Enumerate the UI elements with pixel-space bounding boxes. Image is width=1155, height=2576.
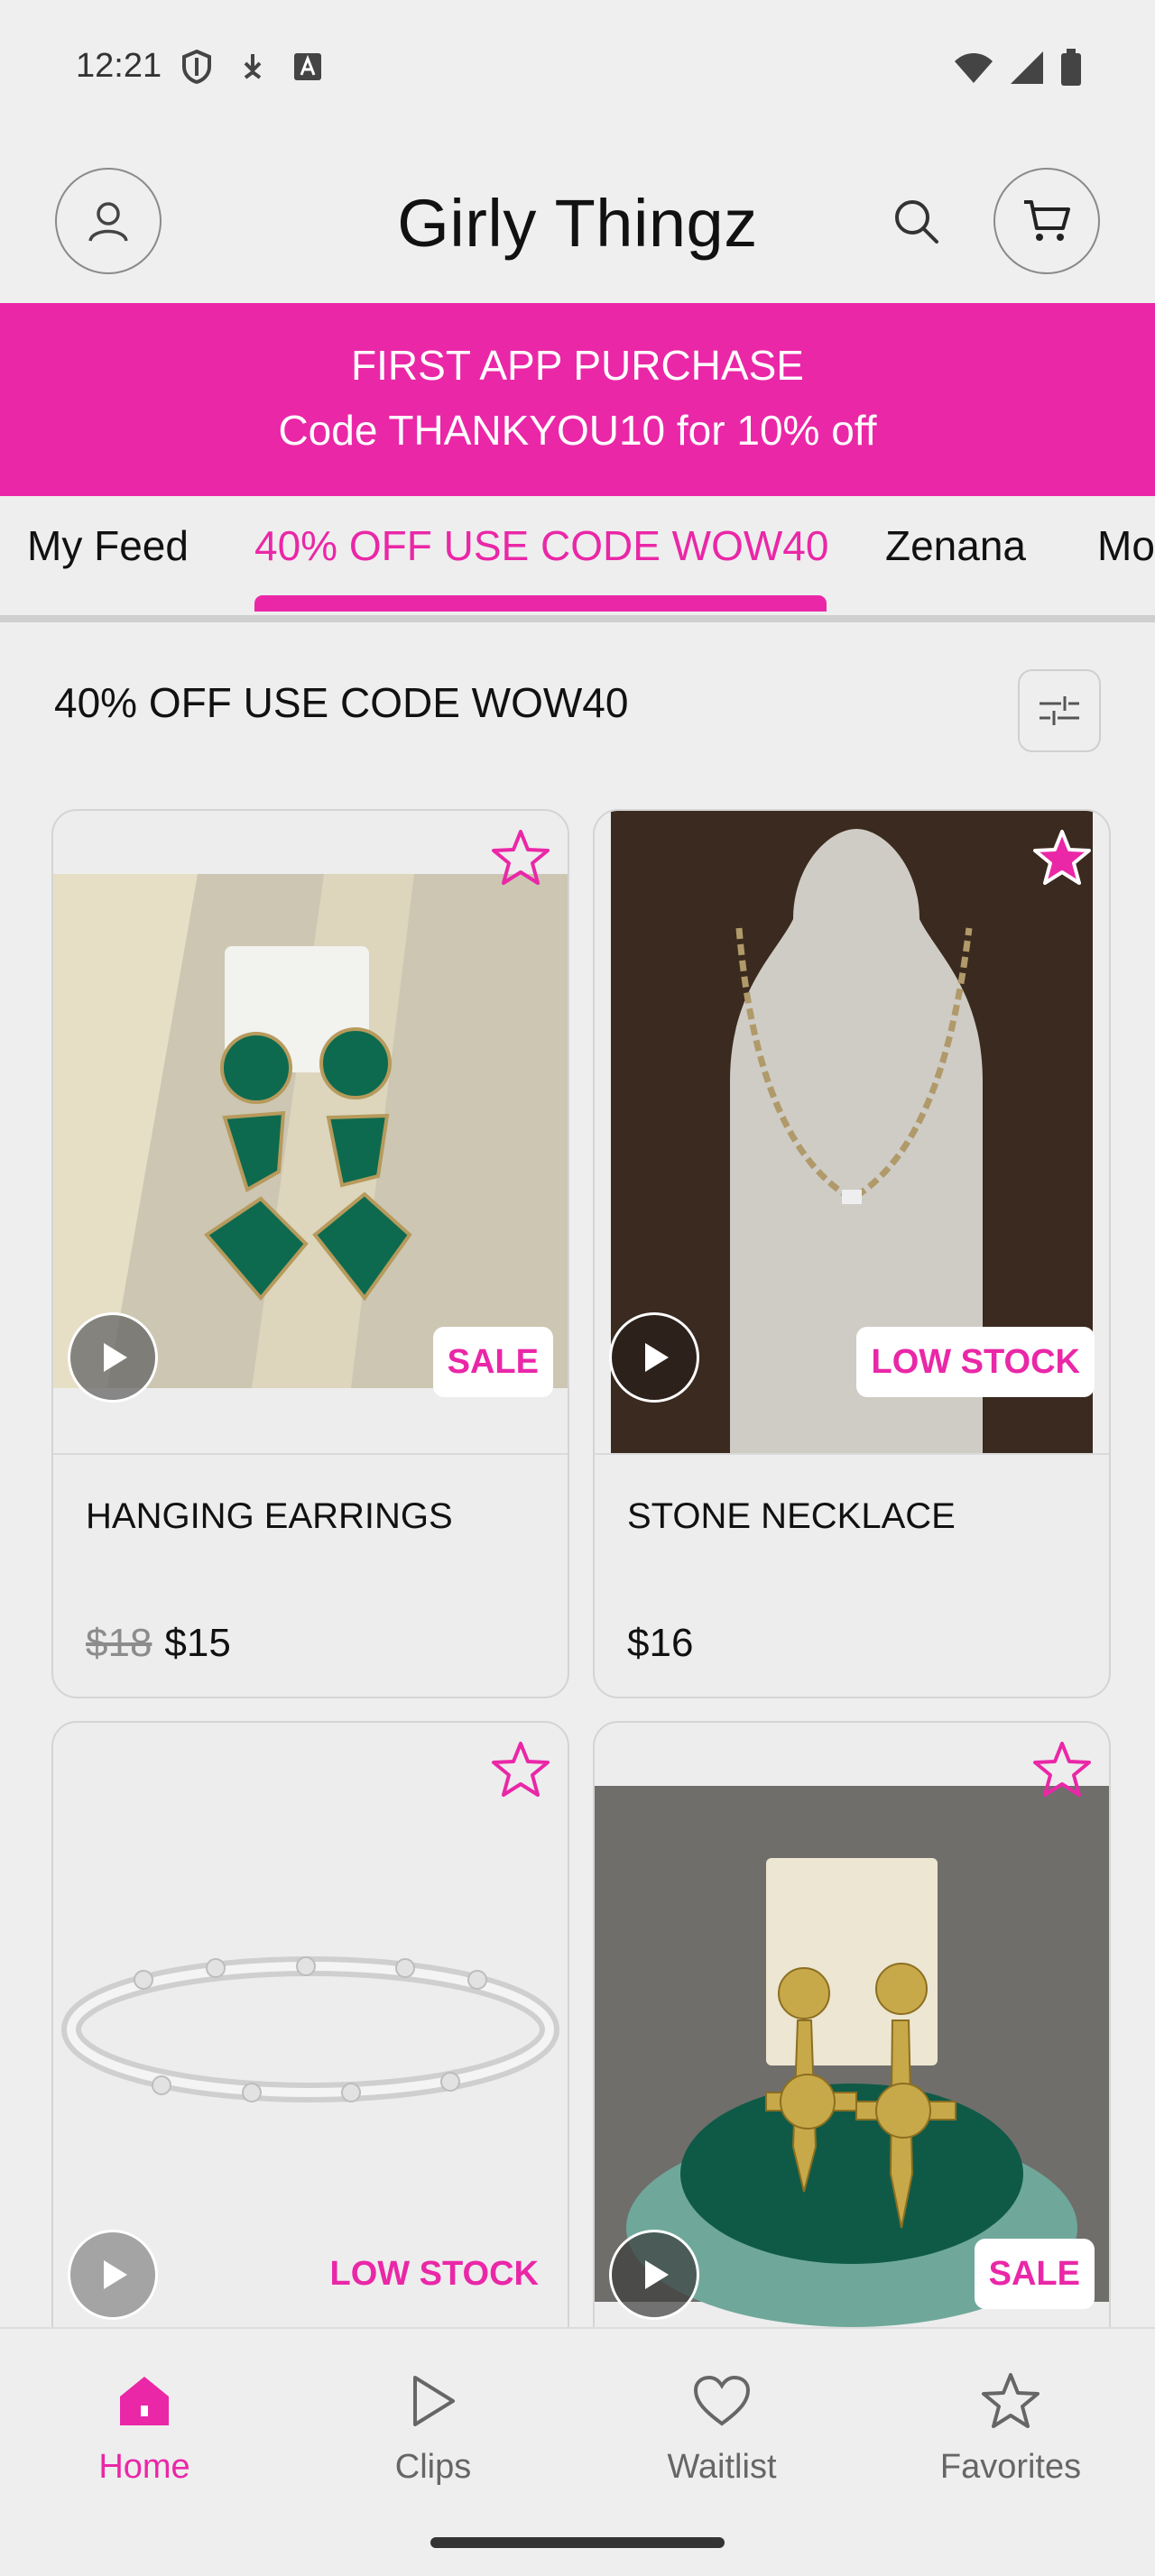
play-video-button[interactable] xyxy=(68,1312,158,1403)
home-icon xyxy=(108,2365,180,2437)
tab-more[interactable]: Mo xyxy=(1097,521,1155,570)
favorite-star-button[interactable] xyxy=(1030,825,1095,890)
sale-badge: SALE xyxy=(432,1327,553,1397)
heart-icon xyxy=(686,2365,758,2437)
favorite-star-button[interactable] xyxy=(1030,1737,1095,1802)
low-stock-badge: LOW STOCK xyxy=(856,1327,1095,1397)
product-image[interactable]: LOW STOCK xyxy=(595,811,1109,1453)
status-icons-left xyxy=(180,49,323,85)
nav-label: Favorites xyxy=(939,2448,1082,2486)
play-video-button[interactable] xyxy=(609,2230,699,2320)
app-header: Girly Thingz xyxy=(0,135,1155,303)
nav-label: Home xyxy=(98,2448,190,2486)
product-image[interactable]: SALE xyxy=(595,1723,1109,2351)
shield-icon xyxy=(182,49,211,85)
tab-wow40[interactable]: 40% OFF USE CODE WOW40 xyxy=(254,521,828,570)
product-image[interactable]: SALE xyxy=(53,811,568,1453)
promo-headline: FIRST APP PURCHASE xyxy=(351,342,804,389)
search-button[interactable] xyxy=(884,189,947,253)
active-tab-indicator xyxy=(254,595,827,612)
nav-label: Waitlist xyxy=(667,2448,777,2486)
star-outline-icon xyxy=(1033,1742,1091,1797)
product-card[interactable]: LOW STOCK STONE NECKLACE $16 xyxy=(593,809,1111,1698)
nav-favorites[interactable]: Favorites xyxy=(866,2329,1155,2527)
play-video-button[interactable] xyxy=(68,2230,158,2320)
product-card[interactable]: LOW STOCK xyxy=(51,1721,569,2352)
cart-icon xyxy=(1024,200,1070,241)
sale-badge: SALE xyxy=(974,2239,1095,2309)
nav-clips[interactable]: Clips xyxy=(289,2329,578,2527)
product-name: HANGING EARRINGS xyxy=(86,1496,453,1536)
app-title: Girly Thingz xyxy=(397,186,758,261)
price-row: $18 $15 xyxy=(86,1621,231,1666)
play-icon xyxy=(645,1343,669,1372)
product-name: STONE NECKLACE xyxy=(627,1496,956,1536)
font-icon xyxy=(294,53,321,80)
star-outline-icon xyxy=(492,830,550,885)
download-icon xyxy=(244,54,262,79)
filter-button[interactable] xyxy=(1018,669,1101,752)
play-video-button[interactable] xyxy=(609,1312,699,1403)
status-time: 12:21 xyxy=(76,47,162,85)
star-outline-icon xyxy=(492,1742,550,1797)
category-tabs: My Feed 40% OFF USE CODE WOW40 Zenana Mo xyxy=(0,496,1155,622)
tab-my-feed[interactable]: My Feed xyxy=(27,521,189,570)
filter-sliders-icon xyxy=(1040,696,1079,725)
section-title: 40% OFF USE CODE WOW40 xyxy=(54,679,629,726)
card-divider xyxy=(53,1453,568,1455)
price-row: $16 xyxy=(627,1621,693,1666)
star-filled-icon xyxy=(1033,830,1091,885)
play-icon xyxy=(645,2260,669,2289)
nav-home[interactable]: Home xyxy=(0,2329,289,2527)
status-icons-right xyxy=(953,49,1083,87)
card-divider xyxy=(595,1453,1109,1455)
star-icon xyxy=(975,2365,1047,2437)
promo-code-text: Code THANKYOU10 for 10% off xyxy=(278,407,877,454)
battery-icon xyxy=(1061,49,1081,86)
nav-waitlist[interactable]: Waitlist xyxy=(578,2329,866,2527)
product-card[interactable]: SALE HANGING EARRINGS $18 $15 xyxy=(51,809,569,1698)
nav-label: Clips xyxy=(394,2448,472,2486)
tab-zenana[interactable]: Zenana xyxy=(885,521,1026,570)
play-icon xyxy=(104,2260,127,2289)
price: $16 xyxy=(627,1621,694,1665)
low-stock-badge: LOW STOCK xyxy=(329,2254,539,2293)
cart-button[interactable] xyxy=(993,168,1100,274)
sale-price: $15 xyxy=(164,1621,231,1665)
product-card[interactable]: SALE xyxy=(593,1721,1111,2352)
cellular-icon xyxy=(1011,51,1043,84)
favorite-star-button[interactable] xyxy=(488,825,553,890)
promo-banner[interactable]: FIRST APP PURCHASE Code THANKYOU10 for 1… xyxy=(0,303,1155,496)
product-image[interactable]: LOW STOCK xyxy=(53,1723,568,2351)
original-price: $18 xyxy=(86,1621,152,1665)
play-outline-icon xyxy=(397,2365,469,2437)
wifi-icon xyxy=(955,53,993,83)
favorite-star-button[interactable] xyxy=(488,1737,553,1802)
status-bar: 12:21 xyxy=(0,0,1155,135)
play-icon xyxy=(104,1343,127,1372)
search-icon xyxy=(895,200,938,244)
home-gesture-bar[interactable] xyxy=(430,2537,725,2548)
